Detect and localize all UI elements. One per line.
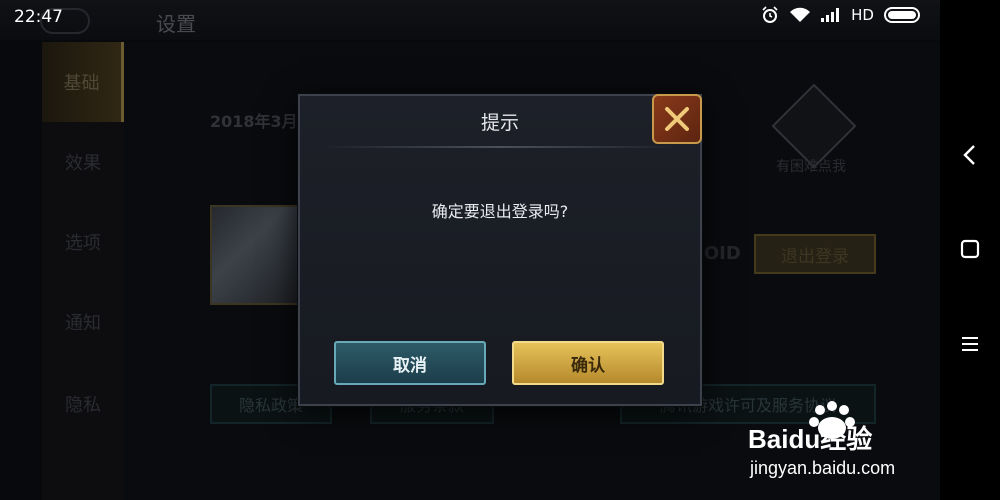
alarm-icon	[762, 6, 778, 23]
watermark-brand: Baidu经验	[748, 424, 872, 454]
dialog-title: 提示	[480, 111, 519, 134]
close-icon	[665, 107, 689, 131]
network-type: HD	[851, 6, 874, 24]
menu-icon[interactable]	[957, 331, 983, 357]
back-icon[interactable]	[957, 142, 983, 168]
title-divider	[320, 146, 680, 148]
close-button[interactable]	[652, 94, 702, 144]
confirm-button[interactable]: 确认	[512, 341, 664, 385]
cancel-button[interactable]: 取消	[334, 341, 486, 385]
logout-confirm-dialog: 提示 确定要退出登录吗? 取消 确认	[298, 94, 702, 406]
android-nav-bar	[940, 0, 1000, 500]
signal-icon	[821, 8, 840, 22]
dialog-message: 确定要退出登录吗?	[431, 202, 569, 221]
baidu-logo: Baidu经验 jingyan.baidu.com	[748, 401, 895, 478]
status-time: 22:47	[14, 7, 63, 27]
battery-icon	[884, 7, 920, 23]
status-icons: HD	[761, 6, 920, 24]
status-bar: 22:47 HD	[0, 0, 1000, 34]
baidu-watermark: Baidu经验 jingyan.baidu.com	[748, 400, 938, 480]
home-icon[interactable]	[957, 236, 983, 262]
watermark-url: jingyan.baidu.com	[749, 458, 895, 478]
wifi-icon	[790, 7, 811, 22]
